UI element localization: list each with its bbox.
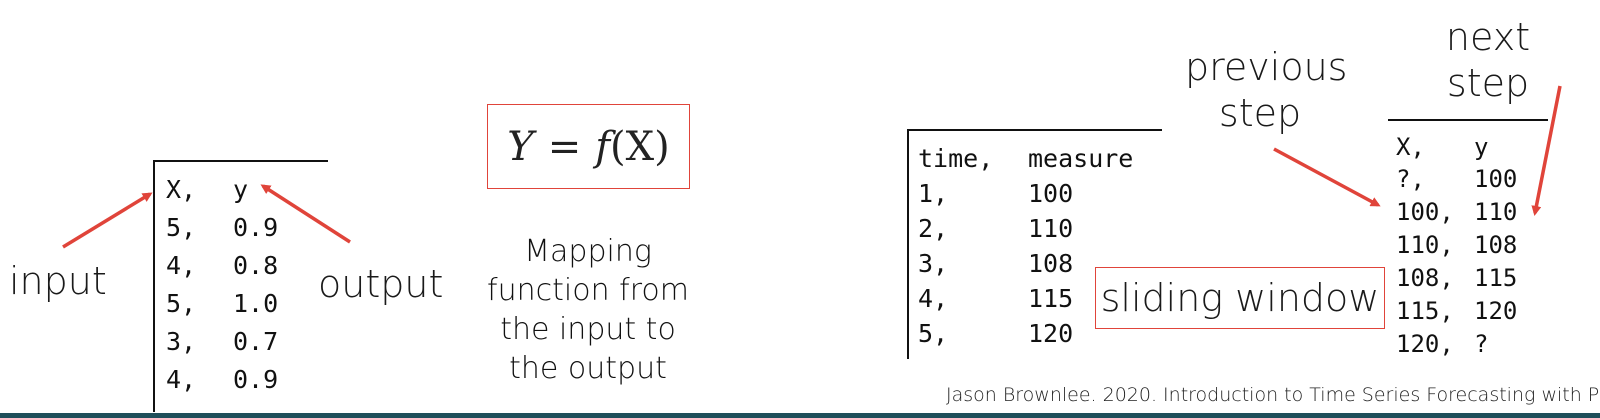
input-arrow	[62, 192, 153, 249]
bottom-accent-bar	[0, 413, 1600, 418]
annotation-arrows	[62, 85, 1562, 249]
output-arrow	[260, 184, 351, 244]
citation-text: Jason Brownlee. 2020. Introduction to Ti…	[946, 384, 1600, 406]
previous-step-arrow	[1273, 147, 1381, 207]
next-step-arrow	[1531, 85, 1562, 216]
